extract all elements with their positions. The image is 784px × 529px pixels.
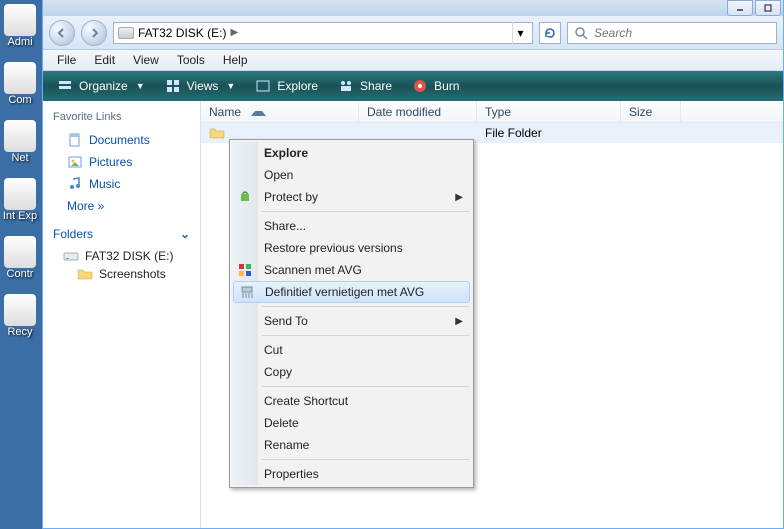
column-header-name[interactable]: Name	[201, 101, 359, 122]
explore-icon	[255, 78, 271, 94]
share-icon	[338, 78, 354, 94]
menu-tools[interactable]: Tools	[169, 51, 213, 69]
context-restore[interactable]: Restore previous versions	[232, 237, 471, 259]
listing-header: Name Date modified Type Size	[201, 101, 783, 123]
context-open[interactable]: Open	[232, 164, 471, 186]
menu-view[interactable]: View	[125, 51, 167, 69]
organize-icon	[57, 78, 73, 94]
context-send-to[interactable]: Send To▶	[232, 310, 471, 332]
context-scan-avg[interactable]: Scannen met AVG	[232, 259, 471, 281]
tree-item-folder[interactable]: Screenshots	[53, 265, 190, 283]
chevron-down-icon: ▼	[226, 81, 235, 91]
sidebar-item-more[interactable]: More »	[53, 195, 190, 213]
sidebar: Favorite Links Documents Pictures Music …	[43, 101, 201, 528]
burn-icon	[412, 78, 428, 94]
sidebar-item-documents[interactable]: Documents	[53, 129, 190, 151]
explore-button[interactable]: Explore	[247, 75, 326, 97]
views-button[interactable]: Views▼	[157, 75, 244, 97]
desktop-icon[interactable]: Admi	[0, 0, 40, 48]
folder-icon	[209, 126, 225, 140]
column-header-type[interactable]: Type	[477, 101, 621, 122]
search-input[interactable]	[594, 26, 770, 40]
chevron-right-icon: ▶	[455, 316, 463, 327]
refresh-button[interactable]	[539, 22, 561, 44]
menu-file[interactable]: File	[49, 51, 84, 69]
breadcrumb-dropdown[interactable]: ▾	[512, 22, 528, 44]
maximize-button[interactable]	[755, 0, 781, 16]
column-header-date[interactable]: Date modified	[359, 101, 477, 122]
sidebar-item-pictures[interactable]: Pictures	[53, 151, 190, 173]
context-cut[interactable]: Cut	[232, 339, 471, 361]
context-delete[interactable]: Delete	[232, 412, 471, 434]
context-share[interactable]: Share...	[232, 215, 471, 237]
desktop: Admi Com Net Int Exp Contr Recy	[0, 0, 40, 348]
context-properties[interactable]: Properties	[232, 463, 471, 485]
music-icon	[67, 176, 83, 192]
menu-edit[interactable]: Edit	[86, 51, 123, 69]
search-icon	[574, 26, 588, 40]
documents-icon	[67, 132, 83, 148]
minimize-button[interactable]	[727, 0, 753, 16]
chevron-down-icon: ▼	[136, 81, 145, 91]
drive-icon	[63, 249, 79, 263]
context-explore[interactable]: Explore	[232, 142, 471, 164]
desktop-icon[interactable]: Net	[0, 116, 40, 164]
chevron-right-icon: ▶	[230, 27, 238, 38]
search-box[interactable]	[567, 22, 777, 44]
desktop-icon[interactable]: Com	[0, 58, 40, 106]
desktop-icon[interactable]: Contr	[0, 232, 40, 280]
views-icon	[165, 78, 181, 94]
avg-icon	[237, 262, 253, 278]
context-menu: Explore Open Protect by▶ Share... Restor…	[229, 139, 474, 488]
desktop-icon[interactable]: Recy	[0, 290, 40, 338]
context-copy[interactable]: Copy	[232, 361, 471, 383]
context-shred-avg[interactable]: Definitief vernietigen met AVG	[233, 281, 470, 303]
sidebar-item-music[interactable]: Music	[53, 173, 190, 195]
shredder-icon	[239, 284, 255, 300]
tree-item-drive[interactable]: FAT32 DISK (E:)	[53, 247, 190, 265]
titlebar	[43, 0, 783, 16]
folder-icon	[77, 267, 93, 281]
organize-button[interactable]: Organize▼	[49, 75, 153, 97]
folders-heading[interactable]: Folders ⌄	[53, 227, 190, 241]
cell-type: File Folder	[477, 124, 621, 142]
toolbar: Organize▼ Views▼ Explore Share Burn	[43, 71, 783, 101]
chevron-down-icon: ⌄	[180, 227, 190, 241]
column-header-size[interactable]: Size	[621, 101, 681, 122]
forward-button[interactable]	[81, 20, 107, 46]
drive-icon	[118, 27, 134, 39]
breadcrumb-drive: FAT32 DISK (E:)	[138, 26, 226, 40]
burn-button[interactable]: Burn	[404, 75, 467, 97]
protect-icon	[237, 189, 253, 205]
cell-date	[359, 131, 477, 135]
share-button[interactable]: Share	[330, 75, 400, 97]
pictures-icon	[67, 154, 83, 170]
breadcrumb[interactable]: FAT32 DISK (E:) ▶ ▾	[113, 22, 533, 44]
favorite-links-heading: Favorite Links	[53, 111, 190, 123]
navbar: FAT32 DISK (E:) ▶ ▾	[43, 16, 783, 50]
context-protect-by[interactable]: Protect by▶	[232, 186, 471, 208]
back-button[interactable]	[49, 20, 75, 46]
cell-size	[621, 131, 681, 135]
menu-help[interactable]: Help	[215, 51, 256, 69]
context-rename[interactable]: Rename	[232, 434, 471, 456]
menubar: File Edit View Tools Help	[43, 50, 783, 71]
desktop-icon[interactable]: Int Exp	[0, 174, 40, 222]
context-create-shortcut[interactable]: Create Shortcut	[232, 390, 471, 412]
folder-tree: FAT32 DISK (E:) Screenshots	[53, 247, 190, 283]
chevron-right-icon: ▶	[455, 192, 463, 203]
